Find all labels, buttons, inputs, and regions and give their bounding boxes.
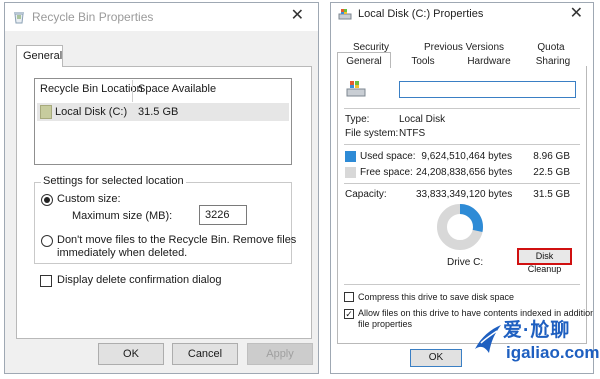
recycle-bin-properties-window: Recycle Bin Properties ✕ General Recycle… bbox=[4, 2, 319, 374]
ok-button[interactable]: OK bbox=[410, 349, 462, 367]
used-space-gb: 8.96 GB bbox=[533, 151, 570, 162]
max-size-input[interactable]: 3226 bbox=[199, 205, 247, 225]
index-checkbox[interactable]: ✓ bbox=[344, 309, 354, 319]
close-icon[interactable]: ✕ bbox=[570, 4, 583, 24]
space-cell: 31.5 GB bbox=[138, 106, 179, 118]
ok-button[interactable]: OK bbox=[98, 343, 164, 365]
max-size-label: Maximum size (MB): bbox=[72, 210, 173, 222]
watermark-url: igaliao.com bbox=[506, 343, 600, 362]
tab-quota[interactable]: Quota bbox=[523, 41, 579, 54]
free-space-label: Free space: bbox=[360, 167, 413, 178]
window-title: Recycle Bin Properties bbox=[32, 10, 154, 24]
drive-label: Drive C: bbox=[447, 257, 484, 268]
type-label: Type: bbox=[345, 114, 370, 125]
disk-cleanup-button[interactable]: Disk Cleanup bbox=[517, 248, 572, 274]
usage-donut bbox=[437, 204, 483, 250]
watermark: 爱·尬聊 igaliao.com bbox=[473, 313, 600, 369]
dont-move-label-line1: Don't move files to the Recycle Bin. Rem… bbox=[57, 234, 297, 246]
free-space-bytes: 24,208,838,656 bytes bbox=[416, 167, 513, 178]
drive-large-icon bbox=[346, 79, 366, 99]
title-bar: Local Disk (C:) Properties ✕ bbox=[331, 3, 593, 25]
divider bbox=[344, 284, 580, 285]
used-space-label: Used space: bbox=[360, 151, 416, 162]
settings-group: Settings for selected location Custom si… bbox=[34, 175, 296, 264]
dont-move-radio[interactable] bbox=[41, 235, 53, 247]
general-panel: Recycle Bin Location Space Available Loc… bbox=[16, 66, 312, 339]
tab-general[interactable]: General bbox=[16, 45, 63, 67]
column-header-location[interactable]: Recycle Bin Location bbox=[40, 83, 143, 95]
display-confirm-label: Display delete confirmation dialog bbox=[57, 274, 222, 286]
file-system-value: NTFS bbox=[399, 128, 426, 139]
divider bbox=[344, 144, 580, 145]
close-icon[interactable]: ✕ bbox=[291, 6, 304, 26]
recycle-bin-icon bbox=[12, 10, 26, 24]
used-space-swatch bbox=[345, 151, 356, 162]
capacity-gb: 31.5 GB bbox=[533, 189, 570, 200]
title-bar: Recycle Bin Properties ✕ bbox=[5, 3, 318, 31]
capacity-label: Capacity: bbox=[345, 189, 387, 200]
column-header-space[interactable]: Space Available bbox=[138, 83, 216, 95]
tab-general[interactable]: General bbox=[337, 52, 391, 68]
dont-move-label-line2: immediately when deleted. bbox=[57, 247, 188, 259]
bird-logo-icon bbox=[475, 325, 501, 353]
divider bbox=[344, 108, 580, 109]
location-cell: Local Disk (C:) bbox=[55, 106, 128, 118]
general-panel: Type: Local Disk File system: NTFS Used … bbox=[337, 66, 593, 344]
used-space-bytes: 9,624,510,464 bytes bbox=[421, 151, 512, 162]
index-label-line2: file properties bbox=[358, 319, 413, 329]
cancel-button[interactable]: Cancel bbox=[172, 343, 238, 365]
free-space-gb: 22.5 GB bbox=[533, 167, 570, 178]
compress-label: Compress this drive to save disk space bbox=[358, 292, 515, 302]
drive-icon bbox=[338, 7, 352, 21]
apply-button[interactable]: Apply bbox=[247, 343, 313, 365]
settings-legend: Settings for selected location bbox=[41, 175, 186, 187]
custom-size-radio[interactable] bbox=[41, 194, 53, 206]
file-system-label: File system: bbox=[345, 128, 399, 139]
custom-size-label: Custom size: bbox=[57, 193, 121, 205]
type-value: Local Disk bbox=[399, 114, 446, 125]
drive-icon bbox=[40, 105, 52, 119]
location-list[interactable]: Recycle Bin Location Space Available Loc… bbox=[34, 78, 292, 165]
display-confirm-checkbox[interactable] bbox=[40, 275, 52, 287]
window-title: Local Disk (C:) Properties bbox=[358, 8, 484, 20]
column-divider[interactable] bbox=[132, 80, 133, 102]
compress-checkbox[interactable] bbox=[344, 292, 354, 302]
divider bbox=[344, 183, 580, 184]
capacity-bytes: 33,833,349,120 bytes bbox=[416, 189, 513, 200]
drive-name-input[interactable] bbox=[399, 81, 576, 98]
list-item[interactable]: Local Disk (C:) 31.5 GB bbox=[37, 103, 289, 121]
free-space-swatch bbox=[345, 167, 356, 178]
watermark-title: 爱·尬聊 bbox=[503, 320, 571, 341]
tab-previous-versions[interactable]: Previous Versions bbox=[421, 41, 507, 54]
